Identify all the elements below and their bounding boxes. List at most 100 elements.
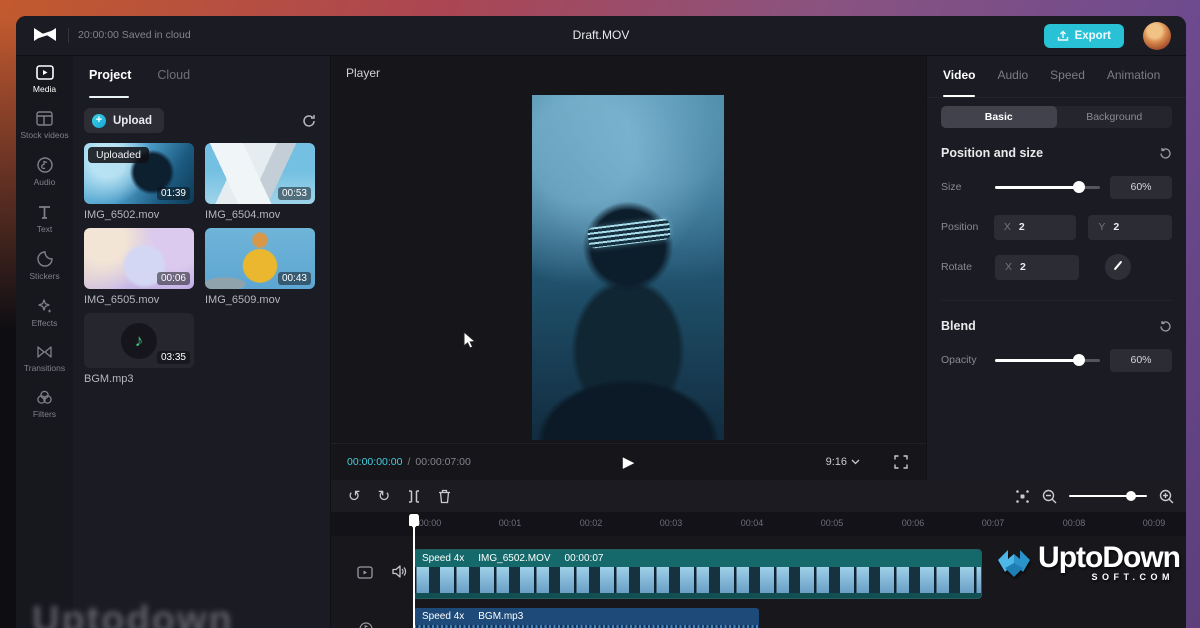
capcut-window: 20:00:00 Saved in cloud Draft.MOV Export… [16, 16, 1186, 628]
uploaded-badge: Uploaded [88, 147, 149, 163]
video-track-icon[interactable] [357, 566, 373, 579]
media-thumbnail: 00:06 [84, 228, 194, 289]
sidebar-item-effects[interactable]: Effects [16, 289, 73, 336]
sidebar-label-text: Text [37, 224, 53, 234]
sidebar-label-stickers: Stickers [29, 271, 59, 281]
ruler-tick: 00:05 [821, 518, 844, 528]
audio-clip-header: Speed 4x BGM.mp3 [414, 608, 759, 625]
media-item[interactable]: 00:43 IMG_6509.mov [205, 228, 315, 306]
aspect-ratio-selector[interactable]: 9:16 [826, 456, 860, 468]
plus-icon: + [92, 114, 106, 128]
tab-video[interactable]: Video [943, 68, 975, 97]
sidebar-item-stock-videos[interactable]: Stock videos [16, 102, 73, 148]
audio-clip[interactable]: Speed 4x BGM.mp3 [414, 608, 759, 628]
play-button[interactable]: ▶ [623, 453, 635, 471]
x-value: 2 [1019, 221, 1025, 233]
rotate-row: Rotate X 2 [927, 254, 1186, 280]
media-thumbnail: ♪ 03:35 [84, 313, 194, 368]
opacity-value[interactable]: 60% [1110, 349, 1172, 372]
mute-track-icon[interactable] [391, 564, 407, 579]
watermark-subtitle: SOFT.COM [1092, 572, 1175, 582]
blend-heading: Blend [941, 319, 976, 333]
clip-name: IMG_6502.MOV [478, 553, 550, 564]
position-y-field[interactable]: Y 2 [1088, 215, 1172, 240]
sidebar-item-stickers[interactable]: Stickers [16, 242, 73, 289]
video-preview[interactable] [532, 95, 724, 440]
ruler-tick: 00:04 [741, 518, 764, 528]
duration-badge: 00:43 [278, 272, 311, 285]
clip-name: BGM.mp3 [478, 611, 523, 622]
inspector-panel: Video Audio Speed Animation Basic Backgr… [926, 56, 1186, 480]
size-value[interactable]: 60% [1110, 176, 1172, 199]
snap-icon[interactable] [1015, 489, 1030, 504]
clip-speed: Speed 4x [422, 611, 464, 622]
refresh-icon[interactable] [302, 114, 316, 128]
zoom-out-icon[interactable] [1042, 489, 1057, 504]
sidebar-item-filters[interactable]: Filters [16, 381, 73, 427]
redo-button[interactable]: ↻ [378, 489, 391, 504]
current-timecode: 00:00:00:00 [347, 456, 402, 468]
tab-project[interactable]: Project [89, 68, 131, 98]
player-panel: Player 00:00:00:00 / 00:00:07:00 ▶ 9:16 [331, 56, 926, 480]
reset-icon[interactable] [1159, 147, 1172, 160]
uptodown-watermark: UptoDown SOFT.COM [994, 544, 1180, 584]
media-item[interactable]: 00:06 IMG_6505.mov [84, 228, 194, 306]
sidebar-item-transitions[interactable]: Transitions [16, 336, 73, 381]
sidebar-item-text[interactable]: Text [16, 196, 73, 242]
video-clip[interactable]: Speed 4x IMG_6502.MOV 00:00:07 [414, 550, 981, 598]
ruler-tick: 00:08 [1063, 518, 1086, 528]
ruler-tick: 00:00 [419, 518, 442, 528]
stock-videos-icon [36, 111, 53, 126]
clip-duration: 00:00:07 [565, 553, 604, 564]
watermark-text: UptoDown SOFT.COM [1038, 544, 1180, 582]
media-item[interactable]: 00:53 IMG_6504.mov [205, 143, 315, 221]
tab-audio[interactable]: Audio [997, 68, 1028, 97]
split-icon[interactable] [407, 489, 421, 504]
sidebar-item-audio[interactable]: Audio [16, 148, 73, 195]
timeline-ruler[interactable]: 00:00 00:01 00:02 00:03 00:04 00:05 00:0… [331, 512, 1186, 536]
timeline-zoom-slider[interactable] [1069, 489, 1147, 503]
upload-button[interactable]: + Upload [84, 108, 164, 133]
tab-animation[interactable]: Animation [1107, 68, 1160, 97]
top-bar: 20:00:00 Saved in cloud Draft.MOV Export [16, 16, 1186, 56]
reset-icon[interactable] [1159, 320, 1172, 333]
tab-speed[interactable]: Speed [1050, 68, 1085, 97]
duration-badge: 00:06 [157, 272, 190, 285]
timeline-zoom-controls [1015, 489, 1174, 504]
opacity-label: Opacity [941, 354, 995, 366]
video-subject-glasses [587, 218, 671, 249]
uptodown-logo-icon [994, 544, 1034, 584]
rotate-field[interactable]: X 2 [995, 255, 1079, 280]
position-row: Position X 2 Y 2 [927, 214, 1186, 240]
delete-icon[interactable] [438, 489, 451, 504]
rotate-dial[interactable] [1105, 254, 1131, 280]
size-row: Size 60% [927, 174, 1186, 200]
media-item[interactable]: Uploaded 01:39 IMG_6502.mov [84, 143, 194, 221]
tab-cloud[interactable]: Cloud [157, 68, 190, 98]
sidebar-label-filters: Filters [33, 409, 56, 419]
zoom-in-icon[interactable] [1159, 489, 1174, 504]
sidebar-label-effects: Effects [32, 318, 58, 328]
opacity-slider[interactable] [995, 347, 1100, 373]
sidebar-label-stock-videos: Stock videos [20, 130, 68, 140]
player-title: Player [346, 66, 380, 80]
audio-track-icon[interactable] [359, 622, 373, 628]
sub-tab-background[interactable]: Background [1057, 106, 1173, 128]
fullscreen-icon[interactable] [894, 455, 908, 469]
duration-badge: 00:53 [278, 187, 311, 200]
sidebar-label-transitions: Transitions [24, 363, 65, 373]
undo-button[interactable]: ↺ [348, 489, 361, 504]
sidebar-item-media[interactable]: Media [16, 56, 73, 102]
media-name: IMG_6509.mov [205, 294, 315, 306]
media-name: BGM.mp3 [84, 373, 194, 385]
video-clip-header: Speed 4x IMG_6502.MOV 00:00:07 [414, 550, 981, 567]
x-prefix: X [1004, 221, 1011, 233]
position-x-field[interactable]: X 2 [994, 215, 1077, 240]
sub-tab-basic[interactable]: Basic [941, 106, 1057, 128]
media-item[interactable]: ♪ 03:35 BGM.mp3 [84, 313, 194, 385]
export-button[interactable]: Export [1044, 24, 1124, 48]
section-divider [941, 300, 1172, 301]
size-slider[interactable] [995, 174, 1100, 200]
chevron-down-icon [851, 459, 860, 465]
avatar[interactable] [1143, 22, 1171, 50]
